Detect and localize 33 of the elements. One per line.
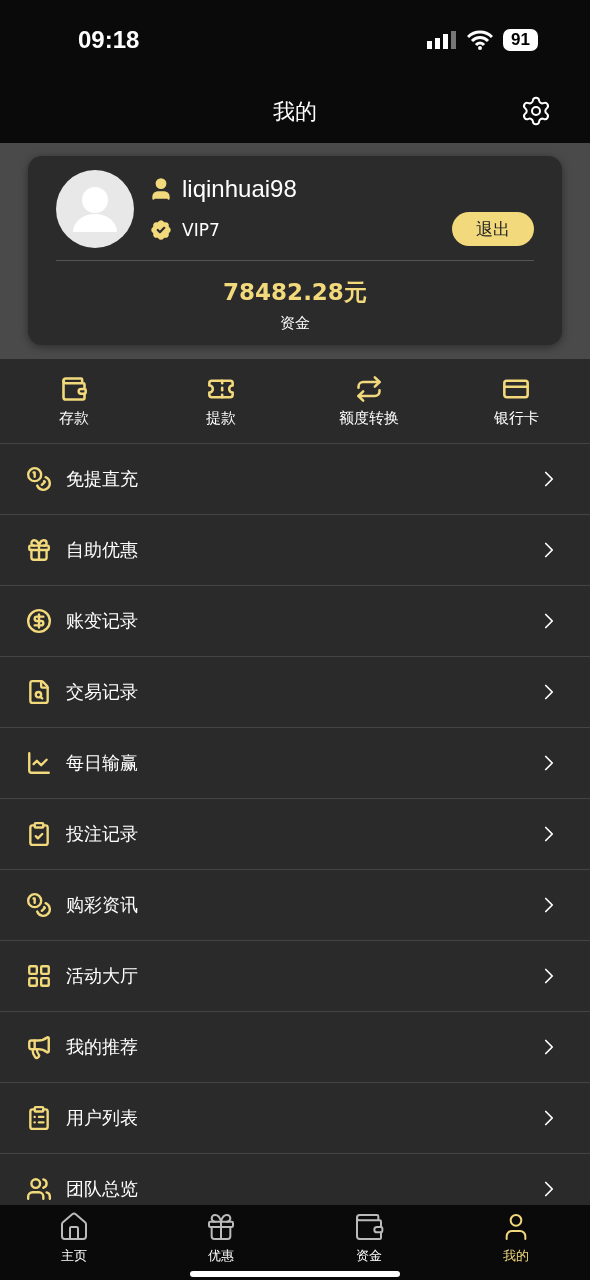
swap-arrows-icon xyxy=(354,374,383,403)
tab-item[interactable]: 优惠 xyxy=(147,1205,295,1280)
page-title: 我的 xyxy=(273,97,317,126)
clipboard-list-icon xyxy=(26,1105,52,1131)
balance-label: 资金 xyxy=(280,314,310,333)
document-search-icon xyxy=(26,679,52,705)
username: liqinhuai98 xyxy=(182,175,297,203)
quick-action[interactable]: 提款 xyxy=(147,359,295,443)
coins-icon xyxy=(26,892,52,918)
quick-action[interactable]: 存款 xyxy=(0,359,148,443)
settings-icon[interactable] xyxy=(520,95,552,127)
logout-button[interactable]: 退出 xyxy=(452,212,534,246)
clipboard-check-icon xyxy=(26,821,52,847)
balance-amount: 78482.28元 xyxy=(223,278,367,307)
wifi-icon xyxy=(467,30,494,50)
gift-icon xyxy=(26,537,52,563)
status-time: 09:18 xyxy=(78,26,140,54)
megaphone-icon xyxy=(26,1034,52,1060)
users-icon xyxy=(26,1176,52,1202)
badge-icon xyxy=(148,217,174,243)
grid-icon xyxy=(26,963,52,989)
signal-icon xyxy=(427,31,458,49)
coins-icon xyxy=(26,466,52,492)
tab-item[interactable]: 资金 xyxy=(295,1205,443,1280)
quick-action[interactable]: 银行卡 xyxy=(442,359,590,443)
vip-level: VIP7 xyxy=(182,220,220,240)
quick-action[interactable]: 额度转换 xyxy=(295,359,443,443)
tab-item[interactable]: 主页 xyxy=(0,1205,148,1280)
tab-item[interactable]: 我的 xyxy=(442,1205,590,1280)
wallet-icon xyxy=(59,374,88,403)
battery-level: 91 xyxy=(503,29,538,51)
coin-dollar-icon xyxy=(26,608,52,634)
chart-line-icon xyxy=(26,750,52,776)
